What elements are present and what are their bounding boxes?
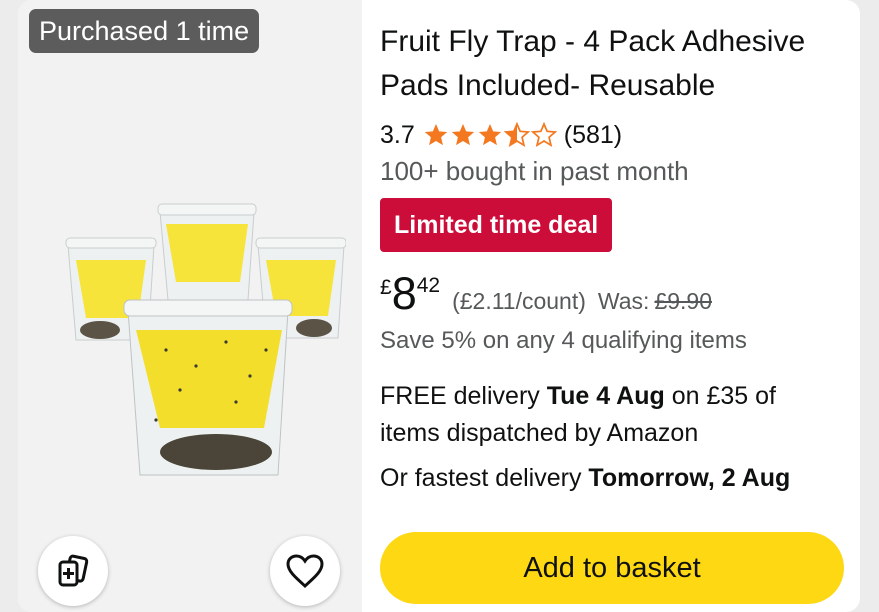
- compare-button[interactable]: [38, 536, 108, 606]
- wishlist-button[interactable]: [270, 536, 340, 606]
- price-fraction: 42: [416, 274, 441, 297]
- fastest-delivery: Or fastest delivery Tomorrow, 2 Aug: [380, 460, 790, 497]
- product-image[interactable]: [36, 190, 346, 490]
- delivery-prefix: FREE delivery: [380, 382, 547, 410]
- unit-price: (£2.11/count): [452, 288, 586, 314]
- heart-icon: [286, 554, 324, 589]
- product-image-panel: Purchased 1 time: [18, 0, 362, 612]
- price-currency: £: [380, 276, 392, 299]
- price-block: £ 8 42 (£2.11/count) Was: £9.90: [380, 266, 712, 322]
- save-offer[interactable]: Save 5% on any 4 qualifying items: [380, 324, 747, 358]
- was-label: Was:: [597, 288, 650, 314]
- review-count[interactable]: (581): [564, 118, 622, 152]
- add-to-basket-button[interactable]: Add to basket: [380, 532, 844, 604]
- was-price: £9.90: [654, 288, 713, 314]
- purchased-badge: Purchased 1 time: [29, 9, 260, 53]
- star-icon: [451, 123, 474, 146]
- delivery-date: Tue 4 Aug: [546, 382, 665, 410]
- price-whole: 8: [391, 268, 417, 319]
- star-icon: [478, 123, 501, 146]
- fastest-prefix: Or fastest delivery: [380, 464, 589, 492]
- product-title[interactable]: Fruit Fly Trap - 4 Pack Adhesive Pads In…: [380, 20, 845, 108]
- half-star-icon: [503, 122, 530, 147]
- compare-cards-icon: [58, 554, 89, 587]
- star-icon: [424, 123, 447, 146]
- bought-count: 100+ bought in past month: [380, 156, 689, 186]
- fastest-date: Tomorrow, 2 Aug: [588, 464, 791, 492]
- deal-badge: Limited time deal: [380, 198, 613, 252]
- product-card[interactable]: Purchased 1 time Fruit Fly Trap - 4 Pack…: [18, 0, 860, 612]
- rating-row[interactable]: 3.7 (581): [380, 118, 622, 152]
- delivery-info: FREE delivery Tue 4 Aug on £35 of items …: [380, 378, 835, 452]
- empty-star-icon: [530, 122, 557, 147]
- rating-value: 3.7: [380, 121, 415, 149]
- star-rating-icon: [423, 122, 558, 148]
